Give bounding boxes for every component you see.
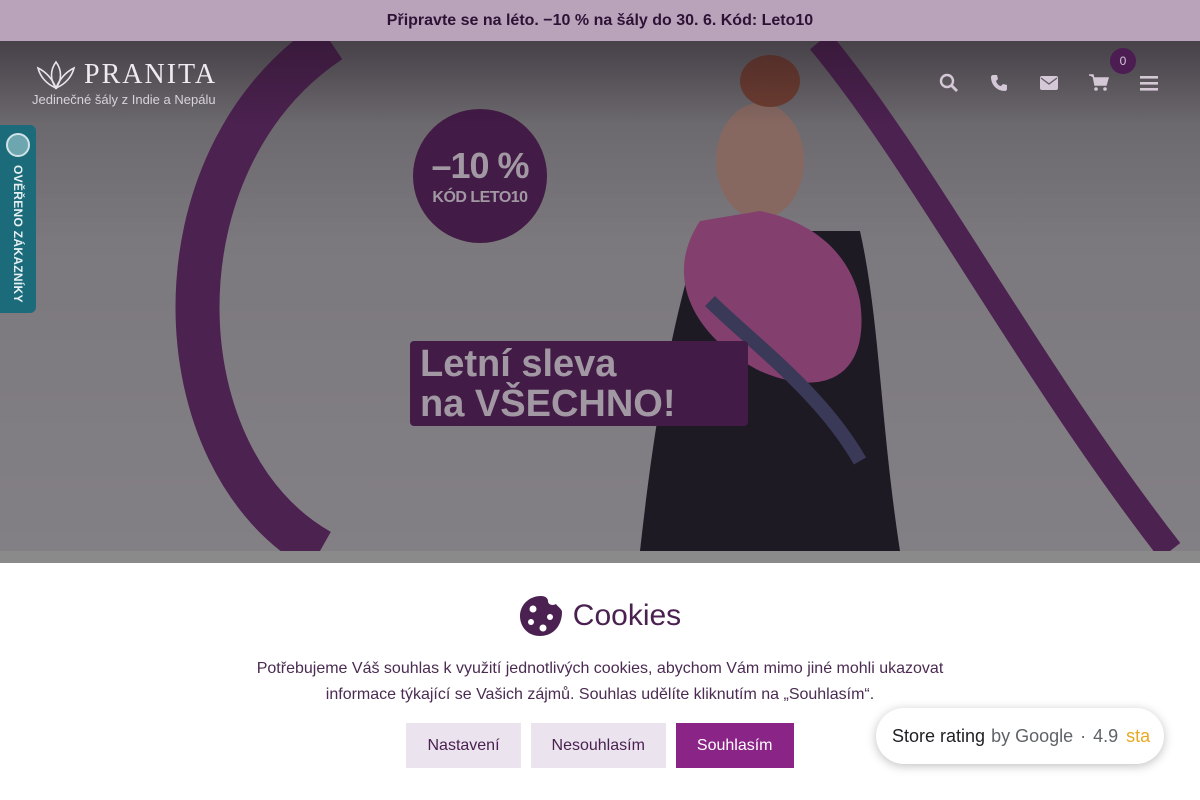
store-rating-source: by Google (991, 725, 1074, 746)
cookie-title-row: Cookies (0, 595, 1200, 637)
banner-line-1: Letní sleva (420, 342, 617, 385)
cookie-title: Cookies (572, 599, 682, 632)
cart-count-badge: 0 (1110, 48, 1136, 74)
cart-icon[interactable]: 0 (1088, 48, 1136, 94)
search-icon[interactable] (938, 72, 960, 94)
verified-customers-badge[interactable]: OVĚŘENO ZÁKAZNÍKY (0, 125, 36, 313)
envelope-icon[interactable] (1038, 72, 1060, 94)
cookie-consent-panel: Cookies Potřebujeme Váš souhlas k využit… (0, 563, 1200, 800)
phone-icon[interactable] (988, 72, 1010, 94)
store-rating-score: 4.9 (1093, 725, 1119, 746)
promo-bar: Připravte se na léto. −10 % na šály do 3… (0, 0, 1200, 41)
header-icons: 0 (938, 48, 1168, 94)
cookie-settings-button[interactable]: Nastavení (406, 723, 521, 768)
verified-seal-icon (6, 133, 30, 157)
lotus-icon (36, 60, 76, 90)
logo[interactable]: PRANITA Jedinečné šály z Indie a Nepálu (32, 59, 217, 107)
store-rating-label: Store rating (892, 725, 986, 746)
cookie-icon (519, 596, 562, 636)
cookie-accept-button[interactable]: Souhlasím (675, 723, 794, 768)
logo-name: PRANITA (84, 59, 218, 90)
store-rating-separator: · (1080, 725, 1087, 746)
promo-bar-text: Připravte se na léto. −10 % na šály do 3… (386, 11, 814, 29)
store-rating-stars: sta (1126, 725, 1151, 746)
cookie-description: Potřebujeme Váš souhlas k využití jednot… (256, 660, 944, 703)
section-divider (0, 551, 1200, 563)
verified-badge-text: OVĚŘENO ZÁKAZNÍKY (11, 165, 25, 303)
menu-icon[interactable] (1138, 72, 1160, 94)
store-rating-widget[interactable]: Store rating by Google · 4.9 sta (876, 708, 1164, 764)
banner-line-2: na VŠECHNO! (420, 382, 676, 425)
discount-circle: –10 % KÓD LETO10 (413, 109, 547, 243)
summer-sale-banner: Letní sleva na VŠECHNO! (410, 341, 748, 426)
discount-percent: –10 % (431, 145, 529, 186)
site-header: PRANITA Jedinečné šály z Indie a Nepálu … (0, 41, 1200, 125)
cookie-decline-button[interactable]: Nesouhlasím (530, 723, 666, 768)
logo-tagline: Jedinečné šály z Indie a Nepálu (32, 92, 216, 107)
discount-code: KÓD LETO10 (432, 189, 528, 206)
